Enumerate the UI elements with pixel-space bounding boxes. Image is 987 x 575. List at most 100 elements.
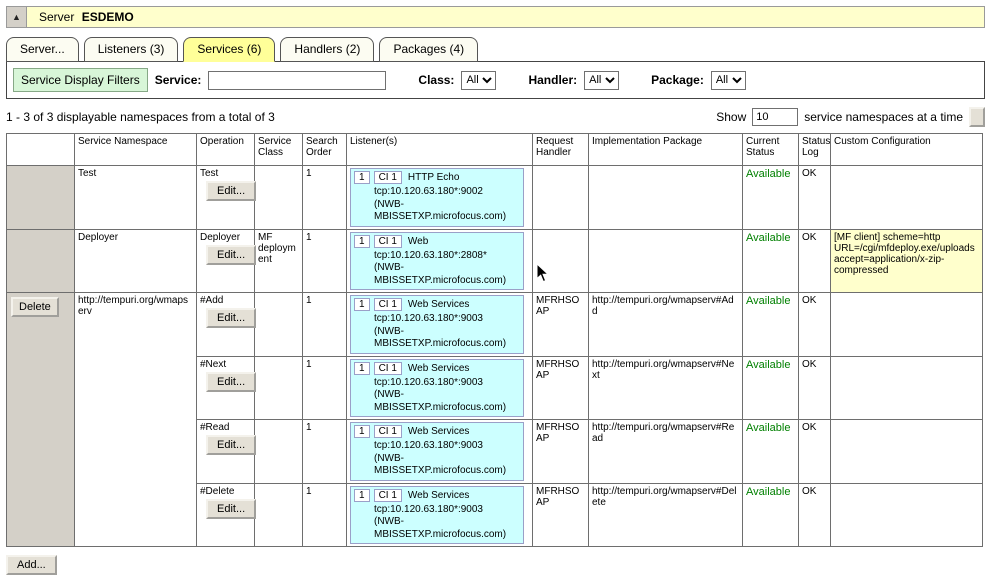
service-class-cell: [255, 356, 303, 420]
service-filter-input[interactable]: [208, 71, 386, 90]
col-header-status-log: Status Log: [799, 134, 831, 166]
custom-config-text: [MF client] scheme=http URL=/cgi/mfdeplo…: [834, 232, 979, 276]
namespace-text: Test: [78, 168, 193, 179]
filter-bar: Service Display Filters Service: Class: …: [6, 61, 985, 99]
tab-packages[interactable]: Packages (4): [379, 37, 478, 62]
status-log-cell: OK: [799, 483, 831, 547]
current-status-cell: Available: [743, 229, 799, 293]
listener-cell: 1 CI 1 Web Services tcp:10.120.63.180*:9…: [347, 483, 533, 547]
edit-button[interactable]: Edit...: [206, 181, 256, 201]
listener-number: 1: [354, 425, 370, 438]
listener-number: 1: [354, 298, 370, 311]
namespace-cell: Deployer: [75, 229, 197, 293]
listener-host: (NWB-MBISSETXP.microfocus.com): [354, 516, 520, 541]
tab-handlers[interactable]: Handlers (2): [280, 37, 374, 62]
service-filter-label: Service:: [155, 73, 202, 87]
filter-title: Service Display Filters: [13, 68, 148, 92]
handler-filter-label: Handler:: [528, 73, 577, 87]
status-badge: Available: [746, 232, 790, 244]
collapse-triangle-icon[interactable]: ▲: [7, 7, 27, 27]
tab-listeners[interactable]: Listeners (3): [84, 37, 179, 62]
col-header-service-class: Service Class: [255, 134, 303, 166]
tab-services[interactable]: Services (6): [183, 37, 275, 62]
listener-chip[interactable]: 1 CI 1 Web Services tcp:10.120.63.180*:9…: [350, 295, 524, 354]
service-class-cell: [255, 166, 303, 230]
edit-button[interactable]: Edit...: [206, 372, 256, 392]
listener-chip[interactable]: 1 CI 1 Web Services tcp:10.120.63.180*:9…: [350, 359, 524, 418]
server-title: Server ESDEMO: [39, 10, 134, 24]
listener-name: HTTP Echo: [406, 172, 460, 183]
tab-server[interactable]: Server...: [6, 37, 79, 62]
custom-config-cell: [831, 420, 983, 484]
custom-config-cell: [831, 293, 983, 357]
listener-chip[interactable]: 1 CI 1 Web Services tcp:10.120.63.180*:9…: [350, 422, 524, 481]
status-log-cell: OK: [799, 166, 831, 230]
operation-name: Test: [200, 168, 251, 179]
col-header-request-handler: Request Handler: [533, 134, 589, 166]
listener-chip[interactable]: 1 CI 1 Web tcp:10.120.63.180*:2808* (NWB…: [350, 232, 524, 291]
package-filter-select[interactable]: All: [711, 71, 746, 90]
listener-cell: 1 CI 1 Web Services tcp:10.120.63.180*:9…: [347, 420, 533, 484]
request-handler-cell: [533, 229, 589, 293]
search-order-cell: 1: [303, 420, 347, 484]
col-header-listeners: Listener(s): [347, 134, 533, 166]
operation-name: #Next: [200, 359, 251, 370]
operation-cell: #Next Edit...: [197, 356, 255, 420]
listener-number: 1: [354, 362, 370, 375]
service-class-cell: [255, 420, 303, 484]
service-class-cell: [255, 483, 303, 547]
listener-name: Web Services: [406, 299, 470, 310]
listener-number: 1: [354, 235, 370, 248]
status-badge: Available: [746, 486, 790, 498]
implementation-cell: http://tempuri.org/wmapserv#Add: [589, 293, 743, 357]
admin-page: ▲ Server ESDEMO Server... Listeners (3) …: [0, 6, 987, 518]
package-filter-label: Package:: [651, 73, 704, 87]
operation-cell: Deployer Edit...: [197, 229, 255, 293]
listener-address: tcp:10.120.63.180*:9003: [354, 504, 520, 517]
col-header-custom-configuration: Custom Configuration: [831, 134, 983, 166]
class-filter-select[interactable]: All: [461, 71, 496, 90]
col-header-implementation-package: Implementation Package: [589, 134, 743, 166]
service-row: Test Test Edit... 1 1 CI 1 HTTP Echo tcp…: [7, 166, 983, 230]
operation-name: #Delete: [200, 486, 251, 497]
delete-button[interactable]: Delete: [11, 297, 59, 317]
namespace-text: Deployer: [78, 232, 193, 243]
request-handler-cell: MFRHSOAP: [533, 356, 589, 420]
apply-count-button[interactable]: [969, 107, 985, 127]
listener-cell: 1 CI 1 Web Services tcp:10.120.63.180*:9…: [347, 293, 533, 357]
server-header-bar: ▲ Server ESDEMO: [6, 6, 985, 28]
show-count-input[interactable]: [752, 108, 798, 126]
listener-address: tcp:10.120.63.180*:9002: [354, 186, 520, 199]
status-log-cell: OK: [799, 229, 831, 293]
search-order-cell: 1: [303, 293, 347, 357]
listener-chip[interactable]: 1 CI 1 Web Services tcp:10.120.63.180*:9…: [350, 486, 524, 545]
search-order-cell: 1: [303, 166, 347, 230]
listener-conversation: CI 1: [374, 298, 402, 311]
current-status-cell: Available: [743, 483, 799, 547]
custom-config-cell: [831, 483, 983, 547]
add-button[interactable]: Add...: [6, 555, 57, 575]
edit-button[interactable]: Edit...: [206, 308, 256, 328]
listener-conversation: CI 1: [374, 425, 402, 438]
edit-button[interactable]: Edit...: [206, 245, 256, 265]
handler-filter-select[interactable]: All: [584, 71, 619, 90]
custom-config-cell: [MF client] scheme=http URL=/cgi/mfdeplo…: [831, 229, 983, 293]
listener-conversation: CI 1: [374, 171, 402, 184]
listener-chip[interactable]: 1 CI 1 HTTP Echo tcp:10.120.63.180*:9002…: [350, 168, 524, 227]
listener-number: 1: [354, 489, 370, 502]
server-name: ESDEMO: [82, 10, 134, 24]
class-filter-label: Class:: [418, 73, 454, 87]
col-header-operation: Operation: [197, 134, 255, 166]
pagination-row: 1 - 3 of 3 displayable namespaces from a…: [6, 107, 987, 127]
operation-cell: #Add Edit...: [197, 293, 255, 357]
edit-button[interactable]: Edit...: [206, 435, 256, 455]
search-order-cell: 1: [303, 229, 347, 293]
request-handler-cell: MFRHSOAP: [533, 293, 589, 357]
status-log-cell: OK: [799, 293, 831, 357]
col-header-current-status: Current Status: [743, 134, 799, 166]
operation-name: #Add: [200, 295, 251, 306]
edit-button[interactable]: Edit...: [206, 499, 256, 519]
service-row: Deployer Deployer Edit... MF deployment …: [7, 229, 983, 293]
current-status-cell: Available: [743, 166, 799, 230]
service-class-cell: [255, 293, 303, 357]
